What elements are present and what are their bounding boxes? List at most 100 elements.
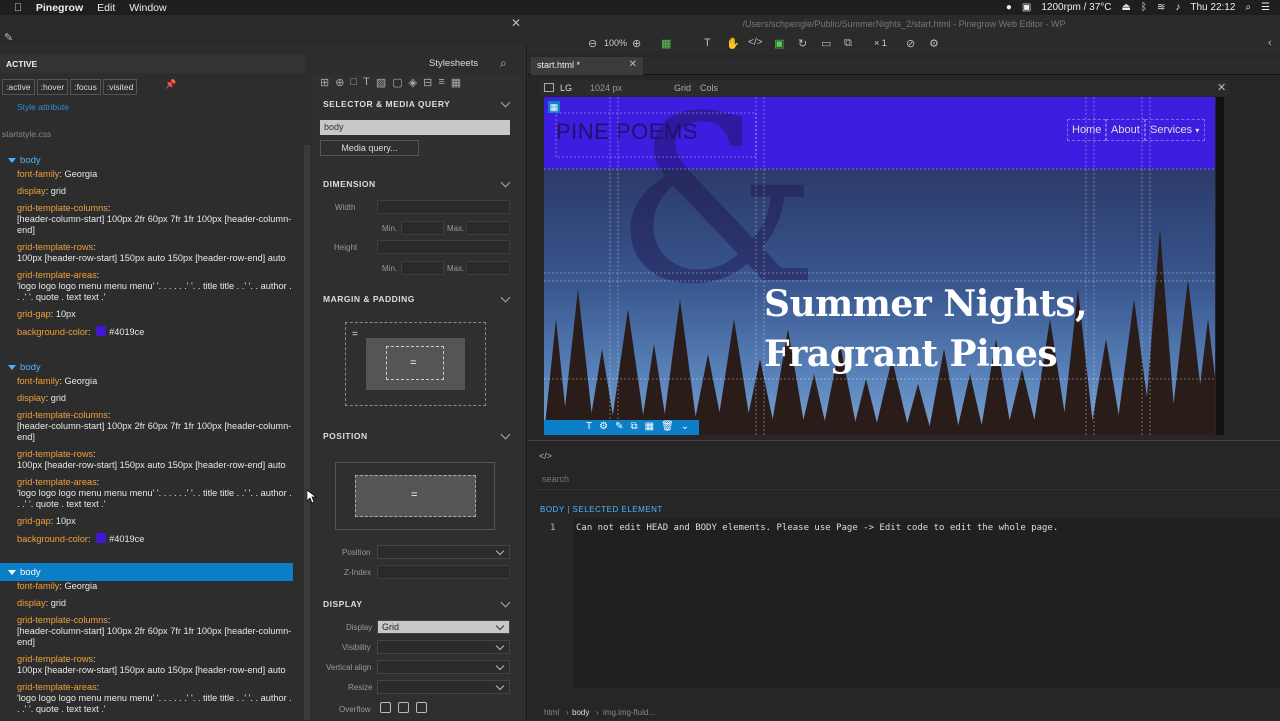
- rules-scrollbar[interactable]: [304, 145, 310, 720]
- settings-icon[interactable]: ⚙: [599, 421, 608, 432]
- code-search-input[interactable]: search: [538, 474, 1280, 490]
- multiplier[interactable]: × 1: [874, 38, 887, 48]
- crumb-img[interactable]: img.img-fluid...: [603, 708, 655, 717]
- volume-icon[interactable]: ♪: [1175, 2, 1180, 13]
- temperature-status[interactable]: 1200rpm / 37°C: [1041, 2, 1111, 13]
- selector-input[interactable]: body: [320, 120, 510, 135]
- min-height-input[interactable]: [401, 261, 444, 275]
- menu-window[interactable]: Window: [129, 2, 166, 14]
- zoom-in-icon[interactable]: ⊕: [632, 37, 641, 50]
- pseudo-active[interactable]: :active: [2, 79, 35, 95]
- divider[interactable]: [528, 440, 1280, 441]
- link-icon[interactable]: =: [352, 329, 358, 340]
- canvas-scrollbar[interactable]: [1216, 97, 1224, 435]
- spotlight-icon[interactable]: ⌕: [1245, 2, 1251, 13]
- apple-icon[interactable]: : [14, 2, 22, 14]
- close-icon[interactable]: ✕: [511, 16, 521, 30]
- text-icon[interactable]: T: [586, 421, 592, 432]
- terminal-icon[interactable]: ▣: [1022, 2, 1031, 13]
- code-editor[interactable]: [538, 518, 1280, 688]
- box-icon[interactable]: □: [350, 76, 357, 89]
- settings-icon[interactable]: ⚙: [929, 37, 939, 50]
- page-canvas[interactable]: & PINE POEMS Home About Services ▾ Summe…: [544, 97, 1215, 435]
- zoom-out-icon[interactable]: ⊖: [588, 37, 597, 50]
- grid-toggle[interactable]: Grid: [674, 83, 691, 93]
- hand-icon[interactable]: ✋: [726, 37, 740, 50]
- effects-icon[interactable]: ◈: [409, 76, 417, 89]
- position-select[interactable]: [377, 545, 510, 559]
- list-icon[interactable]: ≡: [438, 76, 444, 89]
- js-icon[interactable]: ▣: [774, 37, 784, 50]
- open-icon[interactable]: ⧉: [844, 37, 852, 50]
- trash-icon[interactable]: 🗑: [661, 421, 674, 432]
- border-icon[interactable]: ▢: [392, 76, 402, 89]
- crumb-body[interactable]: body: [572, 708, 589, 717]
- zindex-input[interactable]: [377, 565, 510, 579]
- visibility-select[interactable]: [377, 640, 510, 654]
- grid-icon[interactable]: ▦: [661, 37, 671, 50]
- crumb-html[interactable]: html: [544, 708, 559, 717]
- height-input[interactable]: [377, 240, 510, 254]
- collapse-icon[interactable]: ‹: [1268, 37, 1272, 49]
- pin-icon[interactable]: 📌: [165, 79, 176, 95]
- wifi-icon[interactable]: ≋: [1157, 2, 1165, 13]
- code-icon[interactable]: </>: [748, 37, 762, 48]
- zoom-level[interactable]: 100%: [604, 38, 627, 48]
- site-logo[interactable]: PINE POEMS: [556, 119, 698, 145]
- css-rule[interactable]: body font-family: Georgia display: grid …: [0, 151, 293, 344]
- app-menu[interactable]: Pinegrow: [36, 2, 83, 14]
- nav-about[interactable]: About: [1106, 119, 1145, 141]
- menu-edit[interactable]: Edit: [97, 2, 115, 14]
- margin-box[interactable]: = =: [345, 322, 486, 406]
- display-select[interactable]: Grid: [377, 620, 510, 634]
- center-icon[interactable]: =: [411, 489, 417, 501]
- overflow-auto-icon[interactable]: [398, 702, 409, 713]
- hero-headline[interactable]: Summer Nights, Fragrant Pines: [764, 279, 1088, 379]
- code-icon[interactable]: </>: [539, 451, 552, 461]
- css-rule-selected[interactable]: body font-family: Georgia display: grid …: [0, 563, 293, 721]
- position-box[interactable]: =: [335, 462, 495, 530]
- close-icon[interactable]: ✕: [629, 59, 637, 70]
- upload-icon[interactable]: ⏏: [1122, 2, 1131, 13]
- grid-icon[interactable]: ▦: [451, 76, 461, 89]
- brush-icon[interactable]: ✎: [615, 421, 623, 432]
- background-icon[interactable]: ▨: [376, 76, 386, 89]
- valign-select[interactable]: [377, 660, 510, 674]
- add-icon[interactable]: ⊕: [335, 76, 344, 89]
- search-icon[interactable]: ⌕: [500, 56, 507, 71]
- layout-icon[interactable]: ⊞: [320, 76, 329, 89]
- overflow-scroll-icon[interactable]: [416, 702, 427, 713]
- cols-toggle[interactable]: Cols: [700, 83, 718, 93]
- pseudo-visited[interactable]: :visited: [102, 79, 138, 95]
- center-icon[interactable]: =: [410, 357, 416, 369]
- flex-icon[interactable]: ⊟: [423, 76, 432, 89]
- bluetooth-icon[interactable]: ᛒ: [1141, 2, 1147, 13]
- max-width-input[interactable]: [466, 221, 510, 235]
- max-height-input[interactable]: [466, 261, 510, 275]
- refresh-icon[interactable]: ↻: [798, 37, 807, 50]
- pseudo-focus[interactable]: :focus: [70, 79, 101, 95]
- pseudo-hover[interactable]: :hover: [36, 79, 69, 95]
- resize-select[interactable]: [377, 680, 510, 694]
- tab-start-html[interactable]: start.html * ✕: [531, 57, 643, 75]
- device-label[interactable]: LG: [560, 83, 572, 93]
- record-icon[interactable]: ●: [1006, 2, 1012, 13]
- nav-home[interactable]: Home: [1067, 119, 1107, 141]
- style-attribute-link[interactable]: Style attribute: [17, 102, 69, 112]
- text-icon[interactable]: T: [363, 76, 370, 89]
- close-icon[interactable]: ✕: [1217, 81, 1226, 94]
- nav-services[interactable]: Services ▾: [1145, 119, 1205, 141]
- css-rule[interactable]: body font-family: Georgia display: grid …: [0, 358, 293, 551]
- text-icon[interactable]: T: [704, 37, 711, 49]
- color-swatch[interactable]: [96, 533, 107, 543]
- duplicate-icon[interactable]: ⧉: [630, 421, 637, 432]
- preview-icon[interactable]: ▭: [821, 37, 831, 50]
- notification-icon[interactable]: ☰: [1261, 2, 1270, 13]
- media-query-button[interactable]: Media query...: [320, 140, 419, 156]
- grid-icon[interactable]: ▦: [645, 421, 654, 432]
- width-input[interactable]: [377, 200, 510, 214]
- chevron-down-icon[interactable]: ⌄: [681, 421, 689, 432]
- stylesheet-file[interactable]: startstyle.css: [2, 129, 51, 139]
- clock[interactable]: Thu 22:12: [1190, 2, 1235, 13]
- color-swatch[interactable]: [96, 326, 107, 336]
